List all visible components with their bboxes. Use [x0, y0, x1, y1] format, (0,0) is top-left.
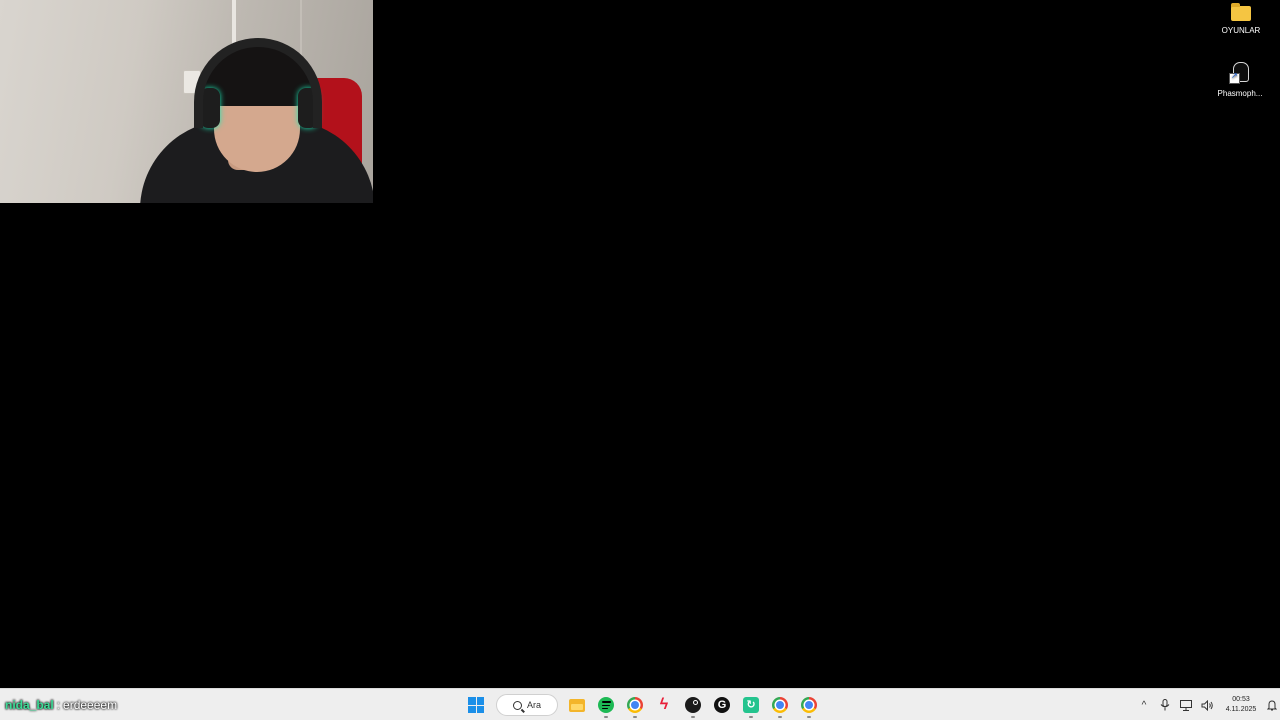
windows-start-icon: [468, 697, 484, 713]
running-indicator: [778, 716, 782, 718]
clock-date: 4.11.2025: [1225, 706, 1257, 713]
volume-button[interactable]: [1197, 695, 1217, 715]
chrome-icon: [627, 697, 643, 713]
system-tray: ^ 00:53 4.11.2025: [1134, 693, 1279, 717]
network-button[interactable]: [1176, 695, 1196, 715]
chat-separator: :: [56, 698, 61, 712]
show-hidden-icons-button[interactable]: ^: [1134, 695, 1154, 715]
taskbar-clock[interactable]: 00:53 4.11.2025: [1221, 695, 1261, 715]
green-app-icon: ↻: [743, 697, 759, 713]
search-placeholder: Ara: [526, 700, 541, 710]
running-indicator: [604, 716, 608, 718]
spotify-icon: [598, 697, 614, 713]
taskbar-green-app[interactable]: ↻: [738, 693, 764, 718]
steam-icon: [685, 697, 701, 713]
chat-text: erdeeeem: [63, 698, 118, 712]
taskbar-g-app[interactable]: G: [709, 693, 735, 717]
running-indicator: [749, 716, 753, 718]
microphone-button[interactable]: [1155, 695, 1175, 715]
taskbar-apps: Ara ϟ G ↻: [463, 693, 825, 718]
running-indicator: [807, 716, 811, 718]
network-icon: [1180, 699, 1192, 711]
desktop-icon-label: Phasmoph...: [1217, 89, 1263, 98]
webcam-overlay: [0, 0, 373, 203]
desktop-background: OYUNLAR Phasmoph...: [0, 0, 1280, 688]
taskbar-chrome[interactable]: [622, 693, 648, 718]
taskbar-spotify[interactable]: [593, 693, 619, 718]
running-indicator: [633, 716, 637, 718]
clock-time: 00:53: [1232, 696, 1250, 703]
taskbar-chrome-profile-2[interactable]: [796, 693, 822, 718]
desktop-icon-phasmophobia[interactable]: Phasmoph...: [1210, 62, 1270, 98]
folder-icon: [1231, 3, 1251, 21]
chat-message: nida_bal: erdeeeem: [5, 698, 117, 712]
notifications-button[interactable]: [1265, 695, 1279, 715]
notification-bell-icon: [1267, 699, 1277, 710]
chevron-up-icon: ^: [1141, 699, 1147, 711]
start-button[interactable]: [463, 693, 489, 717]
headset-headband: [194, 38, 322, 128]
chat-username: nida_bal: [5, 698, 54, 712]
taskbar-search-box[interactable]: Ara: [496, 694, 558, 716]
desktop-icon-oyunlar[interactable]: OYUNLAR: [1211, 3, 1271, 35]
phasmophobia-shortcut-icon: [1229, 62, 1251, 84]
speaker-icon: [1201, 699, 1213, 711]
desktop-icon-label: OYUNLAR: [1221, 26, 1261, 35]
taskbar: Ara ϟ G ↻ ^ 00:53 4.11.2025: [0, 688, 1280, 720]
taskbar-file-explorer[interactable]: [564, 693, 590, 717]
chrome-profile-icon: [772, 697, 788, 713]
taskbar-chrome-profile[interactable]: [767, 693, 793, 718]
taskbar-bolt-app[interactable]: ϟ: [651, 693, 677, 717]
running-indicator: [691, 716, 695, 718]
taskbar-steam[interactable]: [680, 693, 706, 718]
microphone-icon: [1160, 699, 1170, 711]
lightning-bolt-icon: ϟ: [659, 696, 669, 713]
file-explorer-icon: [569, 698, 585, 712]
chrome-profile-2-icon: [801, 697, 817, 713]
g-app-icon: G: [714, 697, 730, 713]
search-icon: [512, 700, 522, 710]
